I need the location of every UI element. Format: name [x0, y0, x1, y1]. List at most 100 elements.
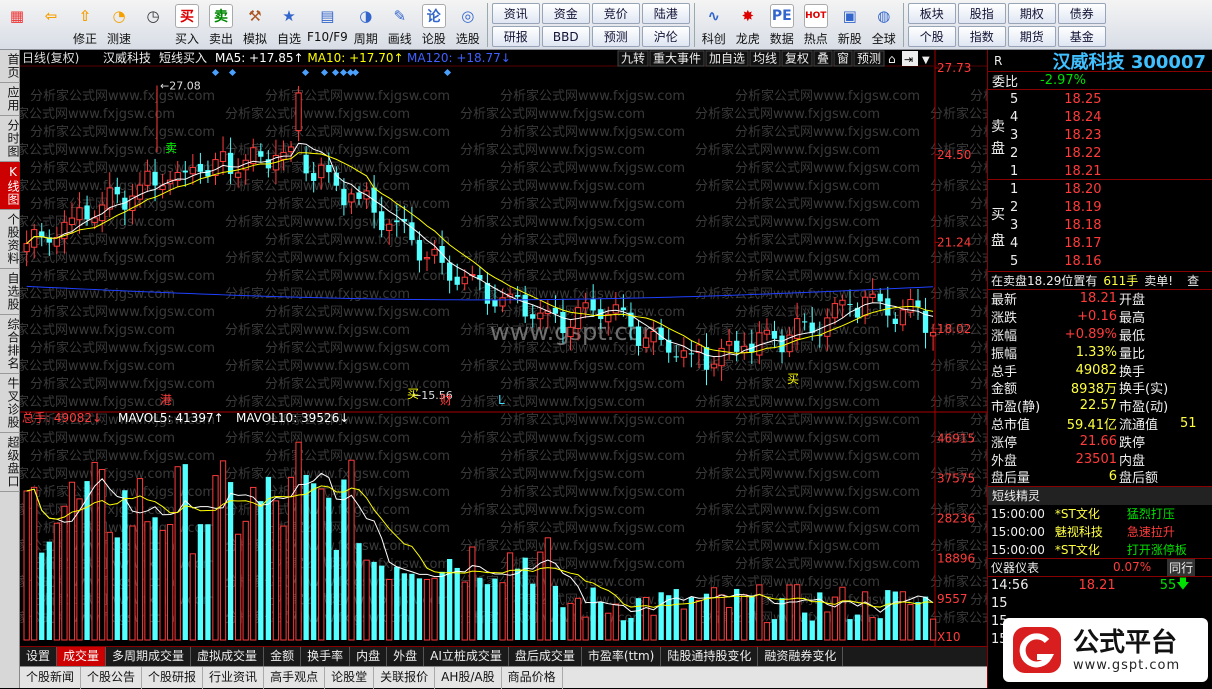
left-tab[interactable]: 个股资料	[0, 210, 20, 269]
kline-chart-area[interactable]: 分析家公式网www.fxjgsw.com 分析家公式网www.fxjgsw.com…	[20, 50, 987, 646]
left-tab[interactable]: 应用	[0, 83, 20, 116]
watermark-text: 分析家公式网www.fxjgsw.com	[970, 448, 987, 464]
toolbar-button-hammer[interactable]: ⚒ 模拟	[239, 0, 271, 48]
toolbar-button-star[interactable]: ★ 自选	[273, 0, 305, 48]
jingling-title[interactable]: 短线精灵	[988, 486, 1212, 505]
kline-chart-svg[interactable]: 分析家公式网www.fxjgsw.com 分析家公式网www.fxjgsw.com…	[20, 50, 987, 646]
toolbar-button-period[interactable]: ◑ 周期	[350, 0, 382, 48]
toolbar-button-hot[interactable]: HOT 热点	[800, 0, 832, 48]
toolbar-button-buy[interactable]: 买买入	[171, 0, 203, 48]
toolbar-label: 模拟	[242, 32, 267, 46]
toolbar-button-sell[interactable]: 卖卖出	[205, 0, 237, 48]
watermark-text: 分析家公式网www.fxjgsw.com	[460, 466, 645, 482]
toolbar-button-pe[interactable]: PE 数据	[766, 0, 798, 48]
lock-icon[interactable]: ⌂	[888, 52, 896, 66]
jingling-item[interactable]: 15:00:00 *ST文化 打开涨停板	[988, 541, 1212, 559]
toolbar-button-f10[interactable]: ▤ F10/F9	[307, 0, 348, 48]
left-tab[interactable]: 牛叉诊股	[0, 374, 20, 433]
jingling-item[interactable]: 15:00:00 *ST文化 猛烈打压	[988, 505, 1212, 523]
indicator-tab[interactable]: 融资融券变化	[758, 647, 844, 667]
indicator-tab[interactable]: 金额	[264, 647, 302, 667]
toolbar-grid-button[interactable]: 股指	[957, 3, 1006, 24]
left-tab[interactable]: 首页	[0, 50, 20, 83]
jingling-item[interactable]: 15:00:00 魅视科技 急速拉升	[988, 523, 1212, 541]
event-diamond[interactable]	[320, 68, 329, 77]
toolbar-grid-button[interactable]: 板块	[907, 3, 956, 24]
order-level: 1 18.21	[1010, 162, 1102, 180]
indicator-tab[interactable]: AI立桩成交量	[424, 647, 509, 667]
toolbar-button-dragon[interactable]: ✸ 龙虎	[732, 0, 764, 48]
toolbar-grid-button[interactable]: 个股	[907, 26, 956, 47]
toolbar-grid-button[interactable]: 研报	[491, 26, 540, 47]
info-tab[interactable]: 个股新闻	[20, 667, 82, 689]
info-tab[interactable]: 个股公告	[81, 667, 143, 689]
left-tab[interactable]: 综合排名	[0, 315, 20, 374]
industry-tab[interactable]: 同行	[1167, 558, 1196, 576]
candle-body	[23, 243, 30, 253]
event-diamond[interactable]	[339, 68, 348, 77]
info-tab[interactable]: 论股堂	[325, 667, 375, 689]
toolbar-grid-button[interactable]: 竞价	[591, 3, 640, 24]
candle-body	[303, 154, 309, 174]
toolbar-grid-button[interactable]: 债券	[1057, 3, 1106, 24]
indicator-tab[interactable]: 市盈率(ttm)	[582, 647, 662, 667]
toolbar-grid-button[interactable]: 陆港	[641, 3, 690, 24]
toolbar-button-draw[interactable]: ✎ 画线	[384, 0, 416, 48]
toolbar-grid-button[interactable]: BBD	[541, 26, 590, 47]
alert-check[interactable]: 查	[1187, 272, 1199, 289]
indicator-tab[interactable]: 成交量	[57, 647, 107, 667]
candle-body	[326, 164, 332, 173]
event-diamond[interactable]	[301, 68, 310, 77]
indicator-tab[interactable]: 设置	[20, 647, 58, 667]
watermark-text: 分析家公式网www.fxjgsw.com	[970, 160, 987, 176]
event-diamond[interactable]	[443, 68, 452, 77]
volume-bar	[31, 486, 38, 641]
left-tab[interactable]: 分时图	[0, 116, 20, 162]
toolbar-grid-info: 资讯 资金 竞价 陆港研报 BBD 预测 沪伦	[490, 0, 692, 50]
toolbar-grid-button[interactable]: 资金	[541, 3, 590, 24]
event-diamond[interactable]	[211, 68, 220, 77]
toolbar-grid-button[interactable]: 基金	[1057, 26, 1106, 47]
indicator-tab[interactable]: 盘后成交量	[509, 647, 582, 667]
toolbar-grid-button[interactable]: 资讯	[491, 3, 540, 24]
toolbar-grid-button[interactable]: 期权	[1007, 3, 1056, 24]
indicator-tab[interactable]: 换手率	[301, 647, 351, 667]
toolbar-grid-button[interactable]: 沪伦	[641, 26, 690, 47]
info-tab[interactable]: 关联报价	[374, 667, 436, 689]
level-price: 18.20	[1064, 181, 1102, 197]
indicator-tab[interactable]: 多周期成交量	[106, 647, 192, 667]
toolbar-button-kechuang[interactable]: ∿ 科创	[698, 0, 730, 48]
indicator-tab[interactable]: 陆股通持股变化	[661, 647, 759, 667]
info-tab[interactable]: AH股/A股	[435, 667, 502, 689]
volume-bar	[205, 524, 211, 640]
toolbar-button-speed[interactable]: ◔ 测速	[103, 0, 135, 48]
volume-bar	[235, 533, 242, 641]
indicator-tab[interactable]: 内盘	[350, 647, 388, 667]
toolbar-button-discuss[interactable]: 论论股	[418, 0, 450, 48]
watermark-text: 分析家公式网www.fxjgsw.com	[265, 124, 450, 140]
info-tab[interactable]: 商品价格	[502, 667, 563, 689]
volume-bar	[620, 620, 627, 640]
indicator-tab[interactable]: 外盘	[387, 647, 425, 667]
left-tab[interactable]: 自选股	[0, 269, 20, 315]
indicator-tab[interactable]: 虚拟成交量	[191, 647, 265, 667]
toolbar-button-select[interactable]: ◎ 选股	[452, 0, 484, 48]
toolbar-button-up-arrow[interactable]: ⇧ 修正	[69, 0, 101, 48]
toolbar-button-back-arrow[interactable]: ⇦	[35, 0, 67, 48]
info-tab[interactable]: 个股研报	[142, 667, 204, 689]
event-diamond[interactable]	[331, 68, 340, 77]
toolbar-grid-button[interactable]: 指数	[957, 26, 1006, 47]
toolbar-grid-button[interactable]: 期货	[1007, 26, 1056, 47]
left-tab[interactable]: K线图	[0, 162, 20, 210]
info-tab[interactable]: 高手观点	[264, 667, 326, 689]
toolbar-button-globe[interactable]: ◍ 全球	[868, 0, 900, 48]
event-diamond[interactable]	[351, 68, 360, 77]
dropdown-icon[interactable]: ▼	[922, 55, 930, 66]
toolbar-button-newstock[interactable]: ▣ 新股	[834, 0, 866, 48]
toolbar-button-grid[interactable]: ▦	[1, 0, 33, 48]
info-tab[interactable]: 行业资讯	[203, 667, 265, 689]
left-tab[interactable]: 超级盘口	[0, 433, 20, 492]
event-diamond[interactable]	[228, 68, 237, 77]
toolbar-grid-button[interactable]: 预测	[591, 26, 640, 47]
toolbar-button-clock[interactable]: ◷	[137, 0, 169, 48]
